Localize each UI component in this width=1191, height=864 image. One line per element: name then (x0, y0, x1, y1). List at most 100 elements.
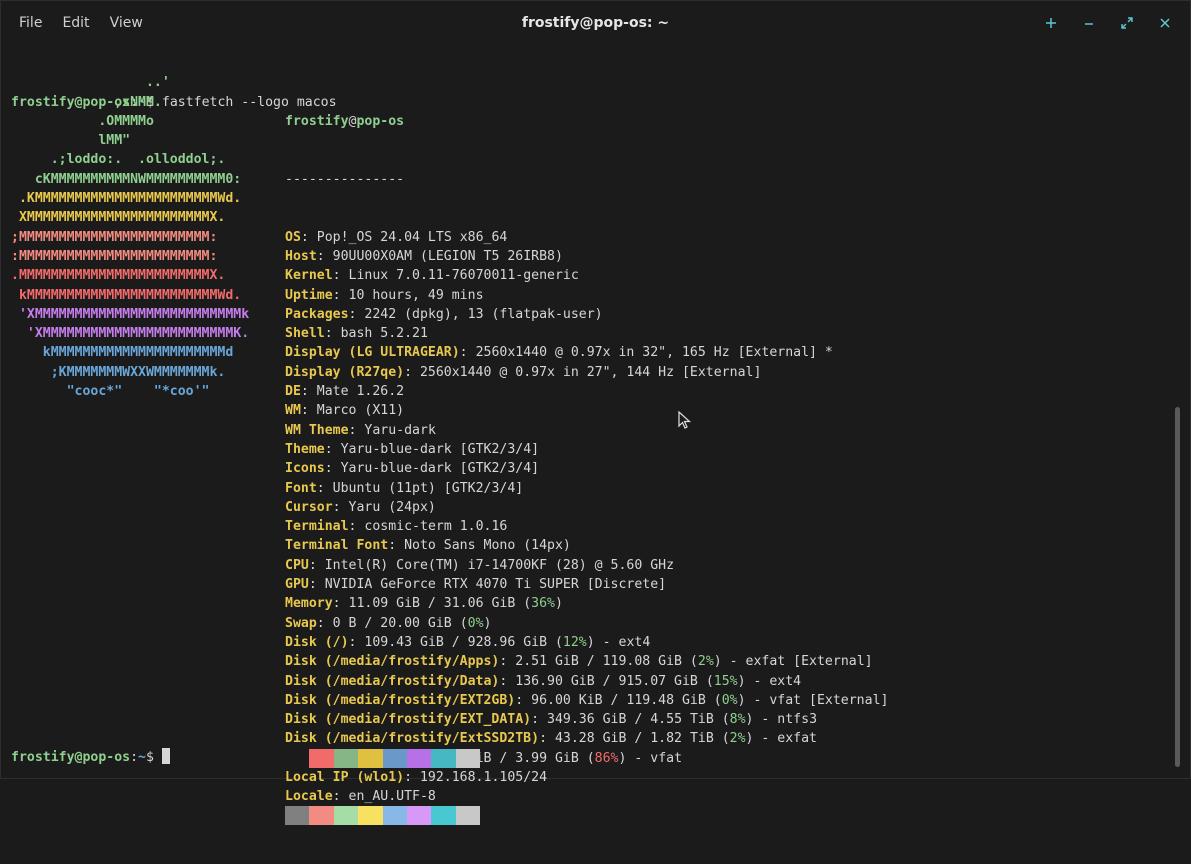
info-value: Linux 7.0.11-76070011-generic (348, 268, 579, 284)
info-key: Font (285, 480, 317, 496)
maximize-button[interactable] (1108, 13, 1146, 33)
info-key: Disk (/media/frostify/Apps) (285, 654, 500, 670)
info-line: Packages: 2242 (dpkg), 13 (flatpak-user) (285, 305, 888, 324)
info-value: Yaru-dark (364, 422, 436, 438)
info-value: Yaru (24px) (348, 499, 436, 515)
info-colon: : (316, 615, 333, 631)
info-value: ) - exfat [External] (713, 654, 873, 670)
info-line: Swap: 0 B / 20.00 GiB (0%) (285, 614, 888, 633)
scrollbar[interactable] (1175, 407, 1180, 767)
close-button[interactable] (1146, 13, 1184, 33)
info-value: Noto Sans Mono (14px) (404, 538, 571, 554)
info-colon: : (300, 384, 317, 400)
info-value: 2242 (dpkg), 13 (flatpak-user) (364, 306, 603, 322)
info-line: Terminal Font: Noto Sans Mono (14px) (285, 536, 888, 555)
info-key: WM Theme (285, 422, 349, 438)
info-value: Yaru-blue-dark [GTK2/3/4] (340, 441, 540, 457)
info-value: ) (554, 596, 563, 612)
text-cursor (161, 748, 170, 764)
info-line: CPU: Intel(R) Core(TM) i7-14700KF (28) @… (285, 556, 888, 575)
logo-line: kMMMMMMMMMMMMMMMMMMMMMMd (11, 345, 234, 361)
color-palette (285, 710, 481, 864)
menu-view[interactable]: View (100, 11, 153, 35)
info-key: Theme (285, 441, 325, 457)
info-line: Disk (/media/frostify/EXT2GB): 96.00 KiB… (285, 691, 888, 710)
info-colon: : (515, 692, 532, 708)
info-colon: : (404, 364, 420, 380)
info-colon: : (308, 577, 325, 593)
info-key: Shell (285, 326, 325, 342)
maximize-icon (1121, 17, 1133, 29)
title-bar[interactable]: File Edit View frostify@pop-os: ~ (1, 1, 1190, 45)
add-tab-icon (1046, 18, 1056, 28)
info-line: Uptime: 10 hours, 49 mins (285, 286, 888, 305)
info-percent: 12% (562, 634, 587, 650)
logo-line: cKMMMMMMMMMMNWMMMMMMMMMM0: (11, 171, 242, 187)
palette-swatch (431, 806, 456, 826)
info-key: Cursor (285, 499, 333, 515)
info-colon: : (332, 287, 349, 303)
info-line: Kernel: Linux 7.0.11-76070011-generic (285, 266, 888, 285)
minimize-icon (1085, 23, 1093, 25)
info-colon: : (539, 731, 555, 747)
info-value: 2.51 GiB / 119.08 GiB ( (515, 654, 698, 670)
logo-line: :MMMMMMMMMMMMMMMMMMMMMMMM: (11, 248, 218, 264)
palette-swatch (358, 748, 383, 768)
info-line: Display (LG ULTRAGEAR): 2560x1440 @ 0.97… (285, 343, 888, 362)
palette-swatch (285, 806, 310, 826)
logo-line: ,xNMM. (11, 94, 162, 110)
info-line: WM: Marco (X11) (285, 401, 888, 420)
palette-swatch (455, 806, 481, 826)
info-percent: 2% (729, 731, 746, 747)
logo-line: ;KMMMMMMMWXXWMMMMMMMk. (11, 364, 226, 380)
info-key: Kernel (285, 268, 333, 284)
info-percent: 86% (594, 750, 619, 766)
current-prompt-line[interactable]: frostify@pop-os:~$ (11, 748, 170, 767)
prompt-path: ~ (138, 750, 146, 765)
logo-line: ..' (11, 75, 170, 91)
info-line: Cursor: Yaru (24px) (285, 498, 888, 517)
info-line: Terminal: cosmic-term 1.0.16 (285, 517, 888, 536)
info-colon: : (324, 461, 341, 477)
info-key: WM (285, 403, 301, 419)
info-value: NVIDIA GeForce RTX 4070 Ti SUPER [Discre… (324, 577, 667, 593)
window-controls (1032, 13, 1184, 33)
info-colon: : (316, 480, 333, 496)
info-header: frostify@pop-os (285, 112, 888, 131)
info-percent: 0% (467, 615, 484, 631)
info-value: 11.09 GiB / 31.06 GiB ( (348, 596, 532, 612)
palette-swatch (333, 806, 359, 826)
info-colon: : (324, 326, 341, 342)
logo-line: 'XMMMMMMMMMMMMMMMMMMMMMMMMMMk (11, 306, 250, 322)
logo-line: lMM" (11, 133, 131, 149)
info-value: ) - exfat (745, 731, 817, 747)
palette-row-bright (285, 806, 481, 826)
info-colon: : (316, 248, 333, 264)
palette-swatch (406, 806, 432, 826)
info-line: WM Theme: Yaru-dark (285, 421, 888, 440)
palette-swatch (309, 806, 334, 826)
info-percent: 0% (721, 692, 738, 708)
palette-swatch (455, 748, 481, 768)
terminal-output[interactable]: frostify@pop-os:~$ fastfetch --logo maco… (11, 54, 1161, 826)
info-key: Host (285, 248, 317, 264)
info-colon: : (332, 499, 349, 515)
menu-edit[interactable]: Edit (52, 11, 99, 35)
info-value: ) (483, 615, 492, 631)
prompt-symbol: $ (146, 750, 162, 765)
palette-swatch (358, 806, 383, 826)
logo-line: kMMMMMMMMMMMMMMMMMMMMMMMMWd. (11, 287, 242, 303)
minimize-button[interactable] (1070, 13, 1108, 33)
info-line: Display (R27qe): 2560x1440 @ 0.97x in 27… (285, 363, 888, 382)
add-tab-button[interactable] (1032, 13, 1070, 33)
info-colon: : (324, 441, 341, 457)
palette-swatch (382, 748, 407, 768)
info-value: 43.28 GiB / 1.82 TiB ( (554, 731, 730, 747)
info-line: Memory: 11.09 GiB / 31.06 GiB (36%) (285, 594, 888, 613)
info-value: ) - vfat (618, 750, 683, 766)
logo-line: .MMMMMMMMMMMMMMMMMMMMMMMMX. (11, 268, 226, 284)
menu-file[interactable]: File (9, 11, 52, 35)
info-colon: : (300, 229, 317, 245)
window-title: frostify@pop-os: ~ (521, 15, 670, 31)
info-line: Shell: bash 5.2.21 (285, 324, 888, 343)
